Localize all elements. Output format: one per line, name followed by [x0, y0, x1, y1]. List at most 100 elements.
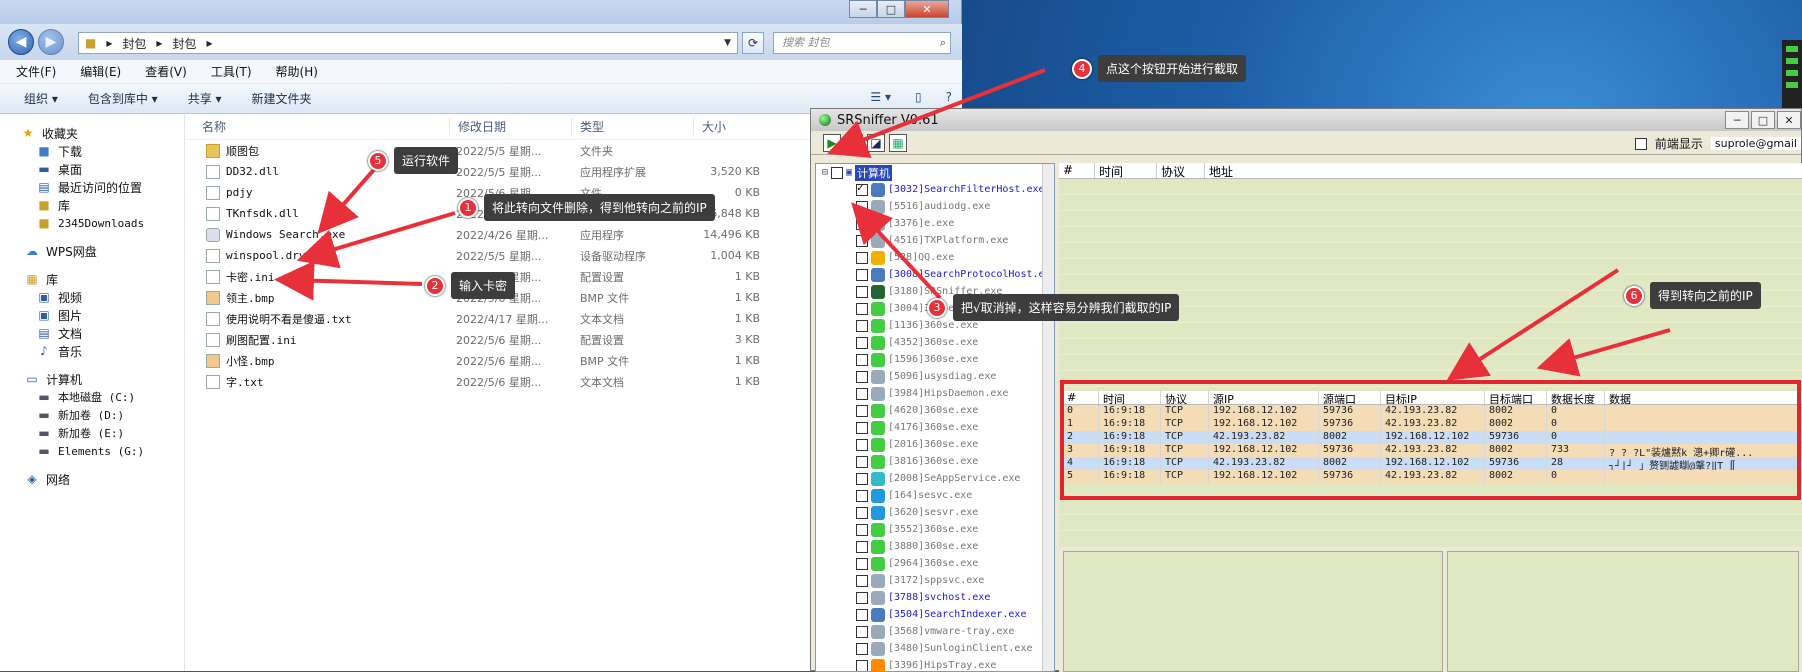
process-checkbox[interactable]: [856, 218, 868, 230]
file-name[interactable]: 小怪.bmp: [186, 353, 450, 369]
process-item[interactable]: [3984]HipsDaemon.exe: [816, 385, 1054, 402]
filter-button[interactable]: ◪: [867, 134, 885, 152]
process-item[interactable]: [2964]360se.exe: [816, 555, 1054, 572]
help-icon[interactable]: ?: [946, 90, 952, 104]
nav-item-documents[interactable]: ▤文档: [0, 324, 184, 342]
preview-pane-icon[interactable]: ▯: [915, 90, 922, 104]
process-checkbox[interactable]: [856, 320, 868, 332]
process-checkbox[interactable]: [856, 388, 868, 400]
process-item[interactable]: [3568]vmware-tray.exe: [816, 623, 1054, 640]
file-name[interactable]: Windows Search.exe: [186, 228, 450, 242]
process-checkbox[interactable]: [856, 541, 868, 553]
close-button[interactable]: ✕: [1777, 111, 1801, 129]
process-item[interactable]: [4620]360se.exe: [816, 402, 1054, 419]
nav-item-desktop[interactable]: ▬桌面: [0, 160, 184, 178]
process-checkbox[interactable]: [856, 354, 868, 366]
nav-favorites[interactable]: ★收藏夹: [0, 124, 184, 142]
menu-help[interactable]: 帮助(H): [276, 63, 318, 80]
column-type[interactable]: 类型: [572, 118, 694, 135]
process-checkbox[interactable]: [856, 337, 868, 349]
include-in-library-button[interactable]: 包含到库中 ▾: [88, 90, 158, 107]
process-item[interactable]: [4176]360se.exe: [816, 419, 1054, 436]
maximize-button[interactable]: □: [877, 0, 905, 18]
column-name[interactable]: 名称: [186, 118, 450, 135]
address-field[interactable]: ■ ▸ 封包 ▸ 封包 ▸ ▼: [78, 32, 738, 54]
process-checkbox[interactable]: [856, 201, 868, 213]
hex-pane[interactable]: [1063, 551, 1443, 672]
process-checkbox[interactable]: [856, 286, 868, 298]
process-item[interactable]: [3376]e.exe: [816, 215, 1054, 232]
process-checkbox[interactable]: [856, 456, 868, 468]
process-item[interactable]: [2008]SeAppService.exe: [816, 470, 1054, 487]
process-checkbox[interactable]: [856, 558, 868, 570]
process-checkbox[interactable]: [856, 660, 868, 672]
file-name[interactable]: 领主.bmp: [186, 290, 450, 306]
process-checkbox[interactable]: [856, 473, 868, 485]
nav-item-music[interactable]: ♪音乐: [0, 342, 184, 360]
process-item[interactable]: [3504]SearchIndexer.exe: [816, 606, 1054, 623]
tree-root[interactable]: ⊟ ▣ 计算机: [816, 164, 1054, 181]
minimize-button[interactable]: ─: [849, 0, 877, 18]
process-item[interactable]: [164]sesvc.exe: [816, 487, 1054, 504]
file-name[interactable]: pdjy: [186, 186, 450, 200]
process-scrollbar[interactable]: [1042, 164, 1054, 672]
process-checkbox[interactable]: [856, 269, 868, 281]
process-checkbox[interactable]: [856, 524, 868, 536]
process-checkbox[interactable]: [856, 252, 868, 264]
breadcrumb-item[interactable]: 封包: [172, 35, 196, 52]
file-name[interactable]: 字.txt: [186, 374, 450, 390]
menu-view[interactable]: 查看(V): [145, 63, 187, 80]
process-item[interactable]: [3396]HipsTray.exe: [816, 657, 1054, 672]
collapse-icon[interactable]: ⊟: [822, 167, 828, 178]
process-checkbox[interactable]: [856, 371, 868, 383]
chevron-down-icon[interactable]: ▼: [724, 38, 731, 48]
file-name[interactable]: 卡密.ini: [186, 269, 450, 285]
nav-item-library[interactable]: ■库: [0, 196, 184, 214]
nav-computer[interactable]: ▭计算机: [0, 370, 184, 388]
process-item[interactable]: [3008]SearchProtocolHost.e: [816, 266, 1054, 283]
nav-item-drive-g[interactable]: ▬Elements (G:): [0, 442, 184, 460]
process-item[interactable]: [4516]TXPlatform.exe: [816, 232, 1054, 249]
nav-library[interactable]: ▦库: [0, 270, 184, 288]
text-pane[interactable]: [1447, 551, 1799, 672]
back-button[interactable]: ◀: [8, 29, 34, 55]
forward-button[interactable]: ▶: [38, 29, 64, 55]
minimize-button[interactable]: ─: [1725, 111, 1749, 129]
nav-item-drive-d[interactable]: ▬新加卷 (D:): [0, 406, 184, 424]
process-item[interactable]: [3172]sppsvc.exe: [816, 572, 1054, 589]
process-checkbox[interactable]: [856, 507, 868, 519]
process-item[interactable]: [528]QQ.exe: [816, 249, 1054, 266]
process-item[interactable]: [3552]360se.exe: [816, 521, 1054, 538]
menu-edit[interactable]: 编辑(E): [80, 63, 121, 80]
front-display-checkbox[interactable]: [1635, 138, 1647, 150]
nav-item-drive-c[interactable]: ▬本地磁盘 (C:): [0, 388, 184, 406]
nav-item-recent[interactable]: ▤最近访问的位置: [0, 178, 184, 196]
process-checkbox[interactable]: [856, 575, 868, 587]
process-checkbox[interactable]: [856, 235, 868, 247]
breadcrumb-item[interactable]: 封包: [122, 35, 146, 52]
column-date[interactable]: 修改日期: [450, 118, 572, 135]
view-options-icon[interactable]: ☰ ▾: [870, 90, 891, 104]
process-item[interactable]: [3032]SearchFilterHost.exe: [816, 181, 1054, 198]
search-input[interactable]: 搜索 封包 ⌕: [773, 32, 951, 54]
process-checkbox[interactable]: [856, 592, 868, 604]
process-checkbox[interactable]: [856, 303, 868, 315]
tree-root-checkbox[interactable]: [831, 167, 843, 179]
process-checkbox[interactable]: [856, 405, 868, 417]
process-checkbox[interactable]: [856, 643, 868, 655]
close-button[interactable]: ✕: [905, 0, 949, 18]
process-item[interactable]: [1596]360se.exe: [816, 351, 1054, 368]
process-item[interactable]: [3816]360se.exe: [816, 453, 1054, 470]
process-checkbox[interactable]: [856, 490, 868, 502]
process-item[interactable]: [2016]360se.exe: [816, 436, 1054, 453]
refresh-button[interactable]: ⟳: [742, 32, 764, 54]
maximize-button[interactable]: □: [1751, 111, 1775, 129]
nav-item-videos[interactable]: ▣视频: [0, 288, 184, 306]
share-button[interactable]: 共享 ▾: [188, 90, 222, 107]
nav-wps[interactable]: ☁WPS网盘: [0, 242, 184, 260]
process-checkbox[interactable]: [856, 626, 868, 638]
column-size[interactable]: 大小: [694, 118, 784, 135]
nav-item-downloads[interactable]: ■下载: [0, 142, 184, 160]
menu-tools[interactable]: 工具(T): [211, 63, 252, 80]
nav-item-drive-e[interactable]: ▬新加卷 (E:): [0, 424, 184, 442]
